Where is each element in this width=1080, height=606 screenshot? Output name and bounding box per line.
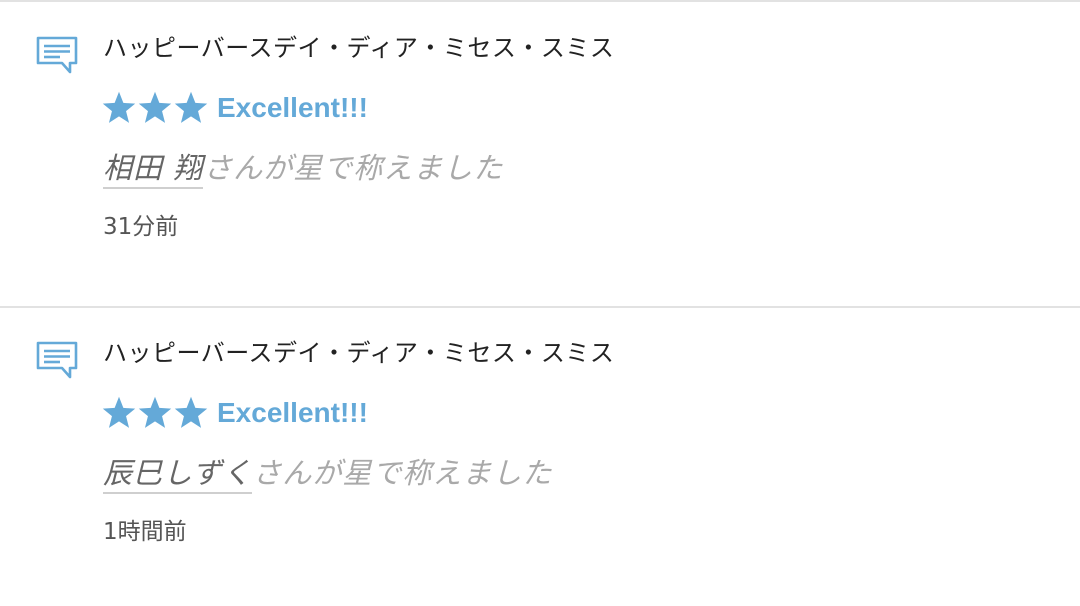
star-icon xyxy=(102,91,136,123)
rating-label: Excellent!!! xyxy=(217,92,368,123)
notification-title[interactable]: ハッピーバースデイ・ディア・ミセス・スミス xyxy=(103,32,614,64)
praise-message: 相田 翔さんが星で称えました xyxy=(103,148,504,189)
star-icon xyxy=(174,396,208,428)
rating: Excellent!!! xyxy=(101,391,368,435)
notification-item[interactable]: ハッピーバースデイ・ディア・ミセス・スミス Excellent!!! 相田 翔さ… xyxy=(0,2,1080,308)
star-rating xyxy=(101,90,209,126)
star-rating xyxy=(101,395,209,431)
comment-bubble-icon xyxy=(36,341,78,379)
rating: Excellent!!! xyxy=(101,86,368,130)
comment-bubble-icon xyxy=(36,36,78,74)
notification-item[interactable]: ハッピーバースデイ・ディア・ミセス・スミス Excellent!!! 辰巳しずく… xyxy=(0,307,1080,606)
star-icon xyxy=(138,396,172,428)
notification-title[interactable]: ハッピーバースデイ・ディア・ミセス・スミス xyxy=(103,337,614,369)
timestamp: 1時間前 xyxy=(103,519,187,545)
star-icon xyxy=(102,396,136,428)
user-name-link[interactable]: 相田 翔 xyxy=(103,151,204,189)
praise-message: 辰巳しずくさんが星で称えました xyxy=(103,453,553,494)
star-icon xyxy=(174,91,208,123)
praise-action-text: さんが星で称えました xyxy=(252,456,553,490)
rating-label: Excellent!!! xyxy=(217,397,368,428)
user-name-link[interactable]: 辰巳しずく xyxy=(103,456,253,494)
star-icon xyxy=(138,91,172,123)
praise-action-text: さんが星で称えました xyxy=(203,151,504,185)
notification-feed: ハッピーバースデイ・ディア・ミセス・スミス Excellent!!! 相田 翔さ… xyxy=(0,0,1080,606)
timestamp: 31分前 xyxy=(103,214,179,240)
